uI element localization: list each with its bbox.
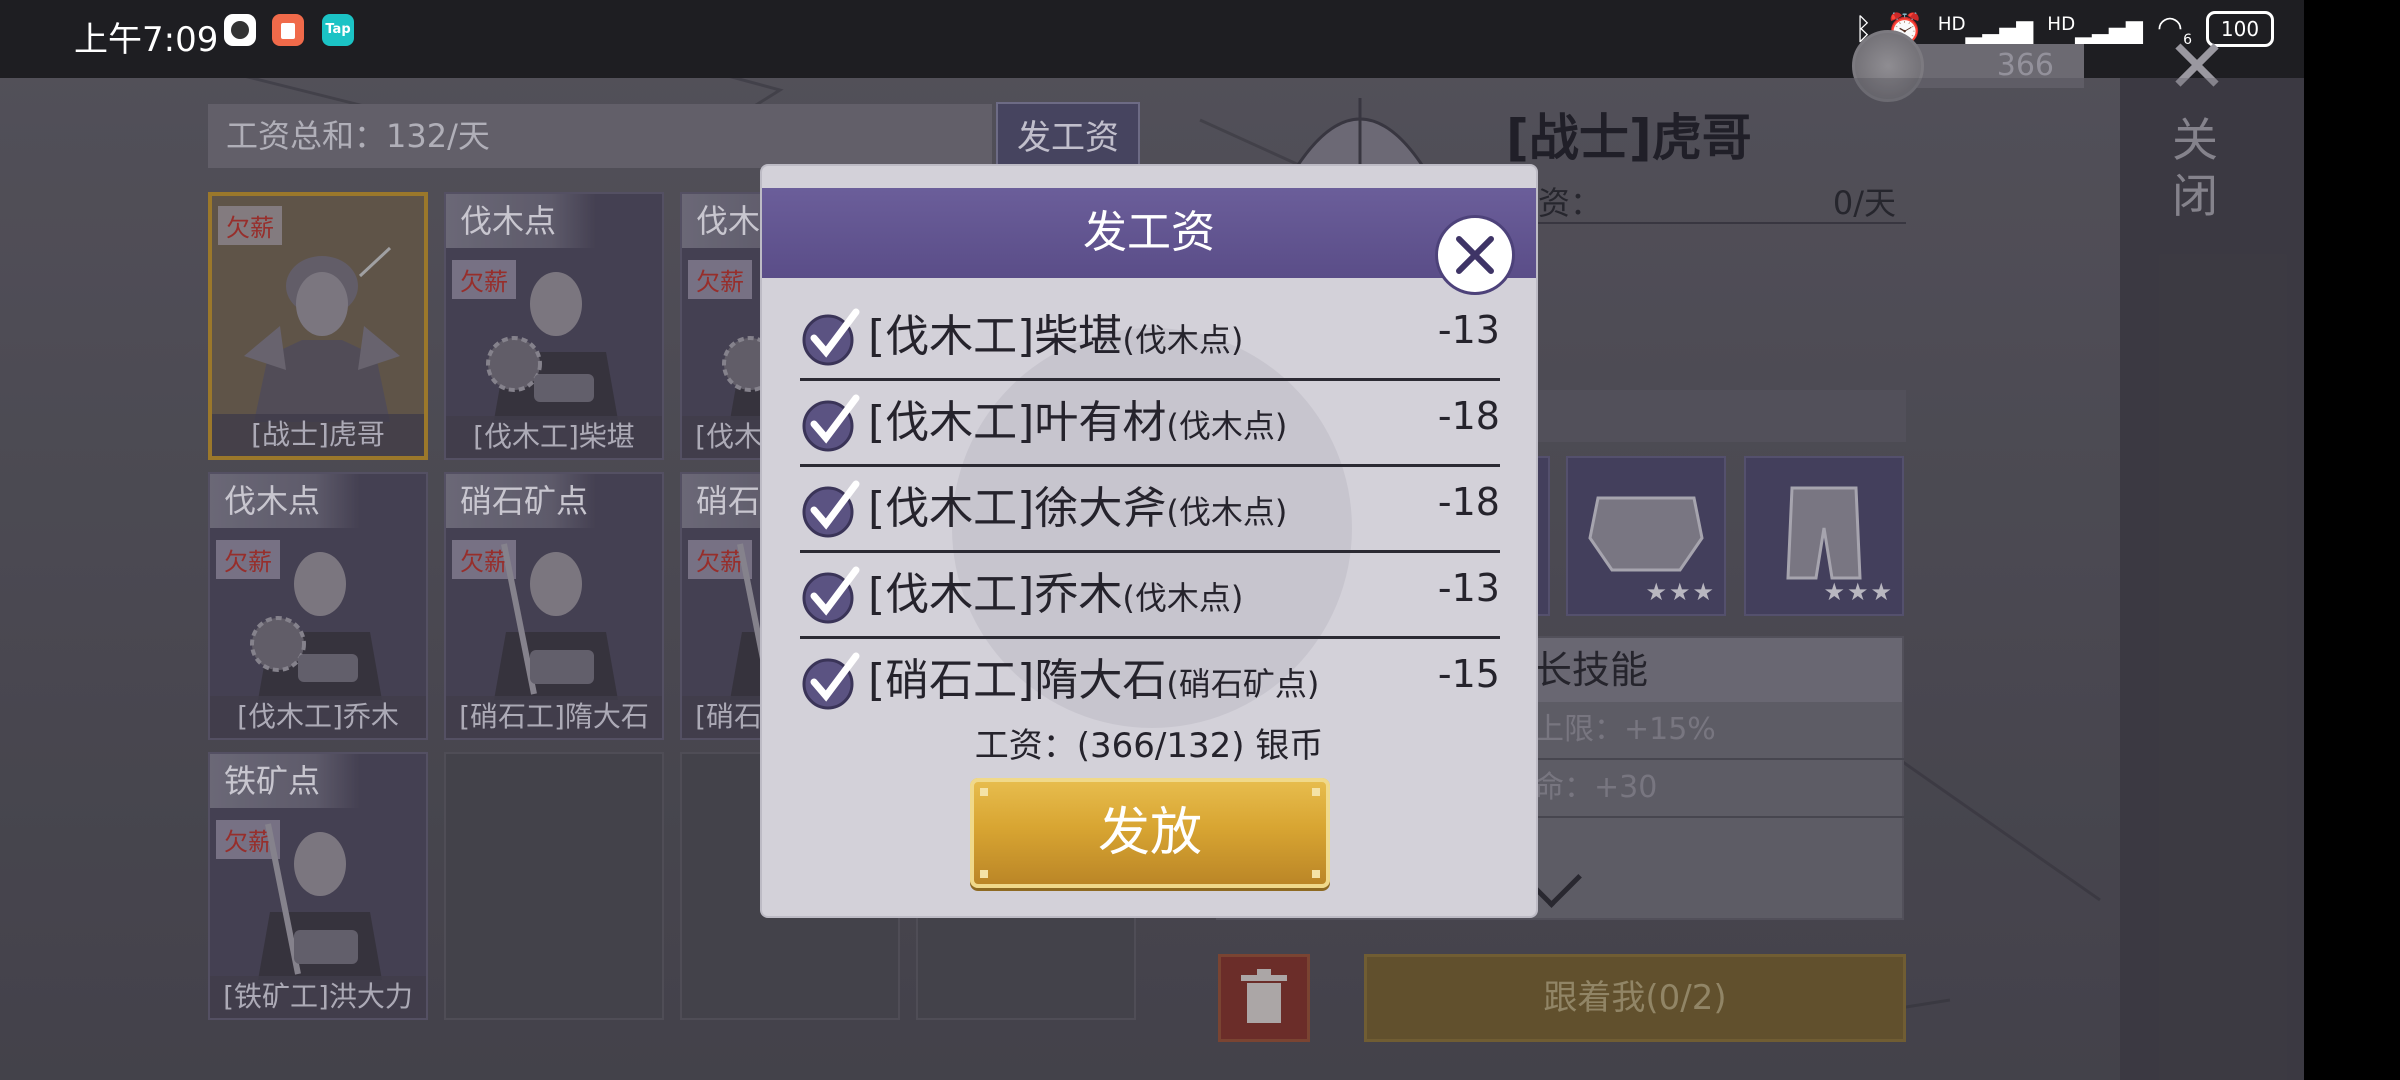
wage-amount: -13 (1437, 566, 1500, 610)
worker-entry-name: [伐木工]叶有材 (868, 397, 1167, 448)
tap-app-icon: Tap (322, 14, 354, 46)
corner-ornament (1312, 870, 1320, 878)
salary-summary: 工资：(366/132) 银币 (974, 726, 1324, 766)
hd-label-1: HD (1937, 13, 1966, 35)
checkbox-checked-icon[interactable] (800, 650, 862, 712)
wage-row[interactable]: [伐木工]徐大斧(伐木点) -18 (800, 466, 1500, 553)
signal-icon-2: HD▂▃▅▇ (2047, 13, 2143, 45)
close-icon (1456, 236, 1494, 274)
app-notification-icon-2 (272, 14, 304, 46)
worker-entry: [伐木工]叶有材(伐木点) (868, 386, 1287, 450)
worker-entry-place: (硝石矿点) (1166, 665, 1320, 703)
worker-entry-name: [伐木工]柴堪 (868, 311, 1123, 362)
checkbox-checked-icon[interactable] (800, 306, 862, 368)
worker-entry-name: [硝石工]隋大石 (868, 655, 1167, 706)
wage-row[interactable]: [硝石工]隋大石(硝石矿点) -15 (800, 638, 1500, 722)
app-notification-icon-1 (224, 14, 256, 46)
wage-amount: -18 (1437, 394, 1500, 438)
worker-entry: [硝石工]隋大石(硝石矿点) (868, 644, 1319, 708)
corner-ornament (1312, 788, 1320, 796)
checkbox-checked-icon[interactable] (800, 564, 862, 626)
worker-entry-place: (伐木点) (1122, 321, 1244, 359)
wage-amount: -13 (1437, 308, 1500, 352)
pay-wages-dialog: 发工资 [伐木工]柴堪(伐木点) -13 [伐木工]叶有材(伐木点) -18 [… (762, 166, 1536, 916)
wage-row[interactable]: [伐木工]柴堪(伐木点) -13 (800, 294, 1500, 381)
release-button[interactable]: 发放 (970, 778, 1330, 888)
wage-amount: -15 (1437, 652, 1500, 696)
corner-ornament (980, 870, 988, 878)
checkbox-checked-icon[interactable] (800, 392, 862, 454)
worker-entry-place: (伐木点) (1166, 493, 1288, 531)
release-button-label: 发放 (1097, 803, 1202, 863)
worker-entry-name: [伐木工]乔木 (868, 569, 1123, 620)
wage-row[interactable]: [伐木工]乔木(伐木点) -13 (800, 552, 1500, 639)
worker-entry: [伐木工]柴堪(伐木点) (868, 300, 1243, 364)
worker-entry: [伐木工]徐大斧(伐木点) (868, 472, 1287, 536)
clock: 上午7:09 (74, 20, 219, 60)
signal-icon-1: HD▂▃▅▇ (1937, 13, 2034, 45)
screen-edge (2304, 0, 2400, 1080)
dialog-header: 发工资 (762, 188, 1536, 292)
corner-ornament (980, 788, 988, 796)
worker-entry-place: (伐木点) (1122, 579, 1244, 617)
worker-entry: [伐木工]乔木(伐木点) (868, 558, 1243, 622)
checkbox-checked-icon[interactable] (800, 478, 862, 540)
dialog-title: 发工资 (1083, 207, 1215, 258)
wage-amount: -18 (1437, 480, 1500, 524)
worker-entry-place: (伐木点) (1166, 407, 1288, 445)
worker-entry-name: [伐木工]徐大斧 (868, 483, 1167, 534)
wage-row[interactable]: [伐木工]叶有材(伐木点) -18 (800, 380, 1500, 467)
hd-label-2: HD (2047, 13, 2076, 35)
